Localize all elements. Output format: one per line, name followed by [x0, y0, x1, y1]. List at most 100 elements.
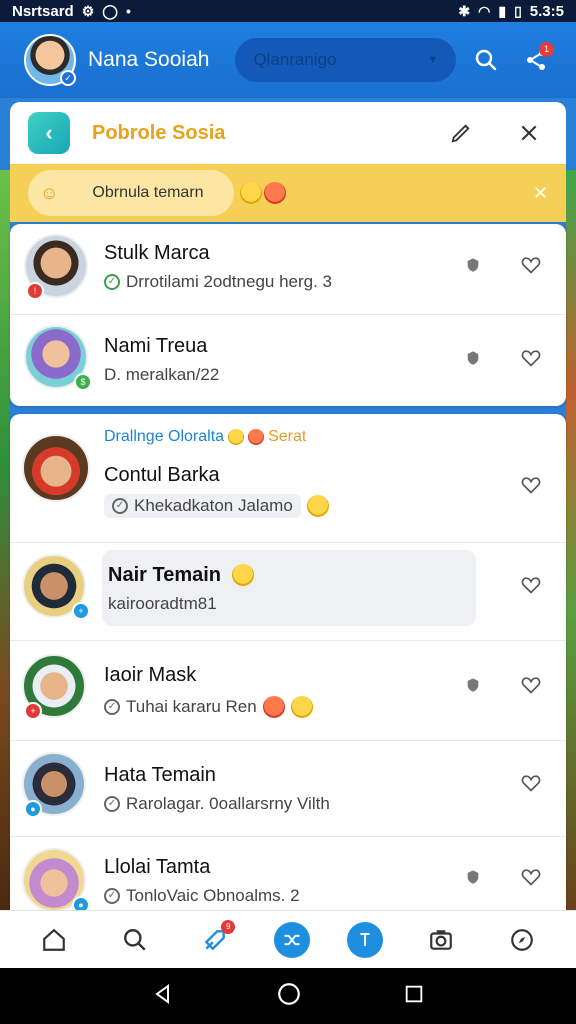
signal-icon: ▮ — [498, 3, 507, 19]
dismiss-banner-button[interactable]: ✕ — [533, 183, 548, 204]
smile-emoji-icon — [240, 182, 262, 204]
banner-emojis — [240, 182, 286, 204]
shield-button[interactable] — [458, 862, 488, 892]
like-button[interactable] — [516, 570, 546, 600]
bottom-nav: 9 — [0, 910, 576, 968]
system-nav-bar — [0, 968, 576, 1024]
user-avatar[interactable]: ✓ — [24, 34, 76, 86]
back-triangle-icon — [154, 983, 169, 1004]
contact-status: ✓ Tuhai kararu Ren — [104, 696, 313, 718]
heart-icon — [521, 257, 541, 274]
like-button[interactable] — [516, 862, 546, 892]
nav-camera[interactable] — [419, 918, 463, 962]
compass-icon — [510, 928, 533, 951]
search-dropdown[interactable]: Qlanranigo ▼ — [235, 38, 457, 82]
smile-emoji-icon — [290, 696, 313, 718]
emoji-icon — [228, 429, 245, 445]
circle-icon: ◯ — [102, 3, 118, 19]
shield-button[interactable] — [458, 670, 488, 700]
contact-list-top: ! Stulk Marca ✓ Drrotilami 2odtnegu herg… — [10, 224, 566, 406]
search-icon — [123, 928, 146, 951]
divider — [10, 542, 566, 543]
nav-explore[interactable] — [500, 918, 544, 962]
avatar — [22, 434, 90, 502]
recents-nav-button[interactable] — [403, 983, 425, 1010]
contact-status-text: Khekadkaton Jalamo — [134, 496, 293, 515]
suggestion-banner: ☺ Obrnula temarn ✕ — [10, 164, 566, 222]
edit-button[interactable] — [442, 114, 480, 152]
smile-emoji-icon — [306, 495, 329, 517]
heart-icon — [521, 677, 541, 694]
shuffle-icon — [284, 934, 300, 945]
list-item[interactable]: $ Nami Treua D. meralkan/22 — [10, 315, 566, 405]
shield-button[interactable] — [458, 250, 488, 280]
background-decoration-right — [566, 170, 576, 910]
profile-panel: ‹ Pobrole Sosia — [10, 102, 566, 164]
people-icon: ☺ — [40, 182, 59, 203]
heart-icon — [521, 775, 541, 792]
wifi-icon: ◠ — [478, 3, 491, 19]
heart-icon — [521, 350, 541, 367]
close-button[interactable] — [510, 114, 548, 152]
time-label: 5.3:5 — [529, 2, 564, 20]
check-icon: ✓ — [112, 498, 128, 514]
heart-icon — [521, 477, 541, 494]
nav-activity[interactable]: 9 — [193, 918, 237, 962]
battery-icon: ▯ — [514, 3, 522, 19]
shield-icon — [467, 258, 479, 272]
notification-badge: 1 — [538, 42, 554, 57]
status-badge-icon: + — [24, 702, 42, 720]
contact-status-text: Drrotilami 2odtnegu herg. 3 — [126, 272, 333, 291]
search-button[interactable] — [466, 40, 506, 80]
divider — [10, 740, 566, 741]
verified-badge-icon: ✓ — [60, 70, 76, 86]
status-badge-icon: ! — [26, 282, 44, 300]
dot-icon: • — [125, 3, 131, 19]
shield-button[interactable] — [458, 343, 488, 373]
settings-icon: ⚙ — [81, 3, 95, 19]
contact-name: Iaoir Mask — [104, 664, 197, 686]
shield-icon — [467, 678, 479, 692]
user-name: Nana Sooiah — [88, 48, 210, 71]
nav-search[interactable] — [113, 918, 157, 962]
contact-status-text: kairooradtm81 — [108, 594, 217, 613]
like-button[interactable] — [516, 470, 546, 500]
home-nav-button[interactable] — [276, 981, 302, 1012]
status-bar: Nsrtsard ⚙ ◯ • ✱ ◠ ▮ ▯ 5.3:5 — [0, 0, 576, 22]
shield-icon — [467, 351, 479, 365]
back-button[interactable]: ‹ — [28, 112, 70, 154]
status-pill: ✓ Khekadkaton Jalamo — [104, 494, 301, 518]
contact-status: ✓ Rarolagar. 0oallarsrny Vilth — [104, 794, 330, 814]
contact-status-text: Rarolagar. 0oallarsrny Vilth — [126, 794, 330, 813]
like-button[interactable] — [516, 670, 546, 700]
check-icon: ✓ — [104, 888, 120, 904]
nav-home[interactable] — [32, 918, 76, 962]
emoji-icon — [248, 429, 265, 445]
alarm-icon: ✱ — [458, 3, 471, 19]
message-bubble[interactable] — [102, 550, 476, 626]
like-button[interactable] — [516, 768, 546, 798]
camera-icon — [430, 929, 452, 950]
tag-icon — [360, 932, 370, 946]
nav-discover[interactable] — [346, 921, 383, 958]
recents-square-icon — [406, 985, 423, 1002]
like-button[interactable] — [516, 250, 546, 280]
banner-chip-label: Obrnula temarn — [92, 184, 204, 201]
contact-status-text: TonloVaic Obnoalms. 2 — [126, 886, 300, 905]
banner-chip[interactable]: ☺ Obrnula temarn — [28, 170, 234, 216]
nav-chats[interactable] — [273, 921, 310, 958]
heart-eyes-emoji-icon — [264, 182, 286, 204]
list-item[interactable]: ! Stulk Marca ✓ Drrotilami 2odtnegu herg… — [10, 224, 566, 314]
section-label-text: Drallnge Oloralta — [104, 428, 225, 445]
shield-icon — [467, 870, 479, 884]
contact-status: ✓ Khekadkaton Jalamo — [104, 494, 329, 518]
panel-header: ‹ Pobrole Sosia — [10, 102, 566, 164]
status-badge-icon: + — [72, 602, 90, 620]
like-button[interactable] — [516, 343, 546, 373]
back-nav-button[interactable] — [151, 982, 175, 1011]
contact-name: Hata Temain — [104, 764, 216, 786]
status-badge-icon: $ — [74, 373, 92, 391]
share-button[interactable]: 1 — [516, 40, 556, 80]
emoji-icon — [232, 564, 254, 586]
status-badge-icon: ● — [24, 800, 42, 818]
